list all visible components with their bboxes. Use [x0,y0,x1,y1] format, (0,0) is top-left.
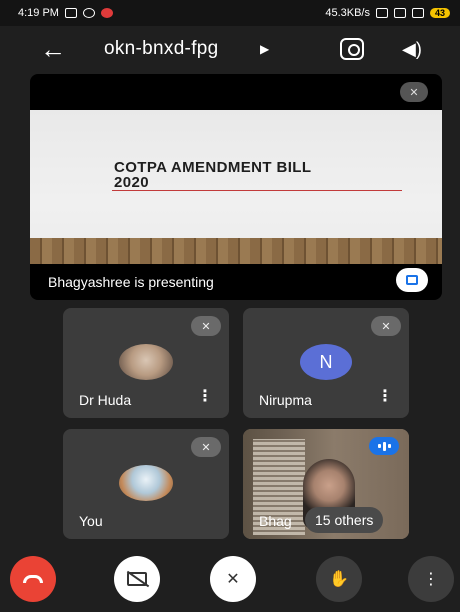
slide-underline [112,190,402,191]
meeting-details-caret-icon[interactable]: ▶ [260,42,269,56]
more-options-button[interactable]: ⋮ [408,556,454,602]
camera-off-icon [127,572,147,586]
raise-hand-icon: ✋ [329,571,349,588]
status-time: 4:19 PM [18,7,59,19]
signal-icon-2 [411,8,424,18]
participant-tile-you[interactable]: ✕ You [63,429,229,539]
meeting-top-bar: ← okn-bnxd-fpg ▶ ◀) [0,26,460,72]
mic-off-icon: ✕ [191,437,221,457]
mic-off-icon: ✕ [371,316,401,336]
slide-title: COTPA AMENDMENT BILL 2020 [114,160,311,190]
mic-off-icon: ✕ [400,82,428,102]
slide-floor-texture [30,238,442,264]
raise-hand-button[interactable]: ✋ [316,556,362,602]
status-right: 45.3KB/s 43 [325,7,450,19]
slide-title-line1: COTPA AMENDMENT BILL [114,159,312,176]
back-arrow-icon[interactable]: ← [40,36,66,62]
participant-tile-others[interactable]: Bhag 15 others [243,429,409,539]
fullscreen-button[interactable] [396,268,428,292]
end-call-button[interactable] [10,556,56,602]
avatar: N [300,344,352,380]
network-speed: 45.3KB/s [325,7,370,19]
participant-name: You [79,513,103,529]
participant-tile-dr-huda[interactable]: ✕ Dr Huda ⋮ [63,308,229,418]
flip-camera-icon[interactable] [340,38,364,60]
status-bar: 4:19 PM 45.3KB/s 43 [0,0,460,26]
presentation-slide: COTPA AMENDMENT BILL 2020 [30,110,442,264]
signal-icon [393,8,406,18]
participant-tile-nirupma[interactable]: ✕ N Nirupma ⋮ [243,308,409,418]
gmail-icon [100,8,113,18]
avatar [119,344,173,380]
mic-off-icon: ✕ [191,316,221,336]
speaking-bar [382,441,386,451]
more-vert-icon: ⋮ [423,571,439,588]
presentation-panel[interactable]: ✕ COTPA AMENDMENT BILL 2020 Bhagyashree … [30,74,442,300]
whatsapp-icon [82,8,95,18]
alarm-icon [375,8,388,18]
cast-icon [64,8,77,18]
end-call-icon [23,575,43,583]
speaking-indicator-icon [369,437,399,455]
fullscreen-icon [406,275,418,285]
battery-indicator: 43 [429,8,450,18]
more-vert-icon[interactable]: ⋮ [197,389,213,405]
participant-name: Dr Huda [79,392,132,408]
call-controls: ✕ ✋ ⋮ [0,548,460,612]
camera-toggle-button[interactable] [114,556,160,602]
others-chip[interactable]: 15 others [305,507,384,533]
speaking-bar [387,444,391,448]
avatar [119,465,173,501]
participant-name: Nirupma [259,392,312,408]
status-left: 4:19 PM [18,7,113,19]
speaker-icon[interactable]: ◀) [402,39,422,60]
mic-toggle-button[interactable]: ✕ [210,556,256,602]
presenter-label: Bhagyashree is presenting [48,274,214,290]
participant-name: Bhag [259,513,292,529]
mic-off-icon: ✕ [226,571,240,588]
more-vert-icon[interactable]: ⋮ [377,389,393,405]
meeting-code[interactable]: okn-bnxd-fpg [104,38,219,60]
slide-title-line2: 2020 [114,174,149,191]
speaking-bar [377,444,381,448]
